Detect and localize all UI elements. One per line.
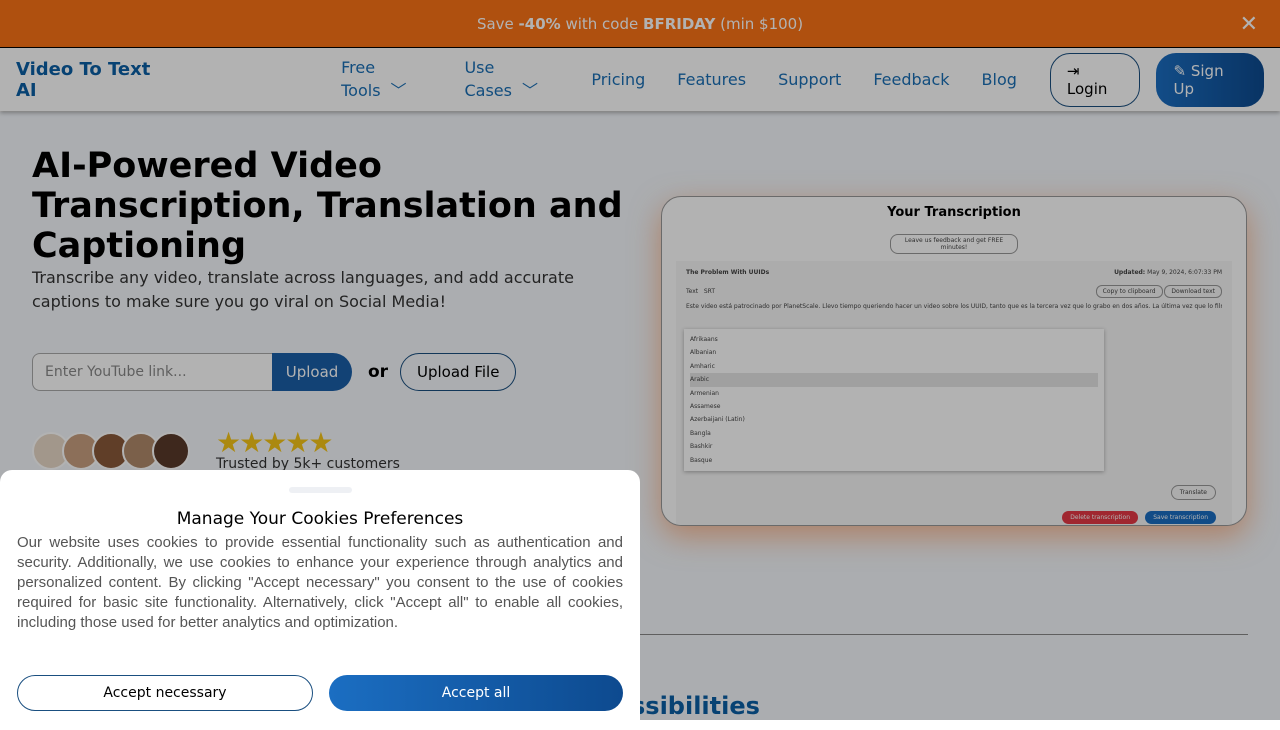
- accept-necessary-button[interactable]: Accept necessary: [17, 675, 313, 711]
- cookie-modal: Manage Your Cookies Preferences Our webs…: [0, 470, 640, 730]
- accept-all-button[interactable]: Accept all: [329, 675, 623, 711]
- cookie-body: Our website uses cookies to provide esse…: [17, 534, 623, 631]
- drag-handle[interactable]: [288, 487, 352, 493]
- cookie-title: Manage Your Cookies Preferences: [176, 509, 464, 529]
